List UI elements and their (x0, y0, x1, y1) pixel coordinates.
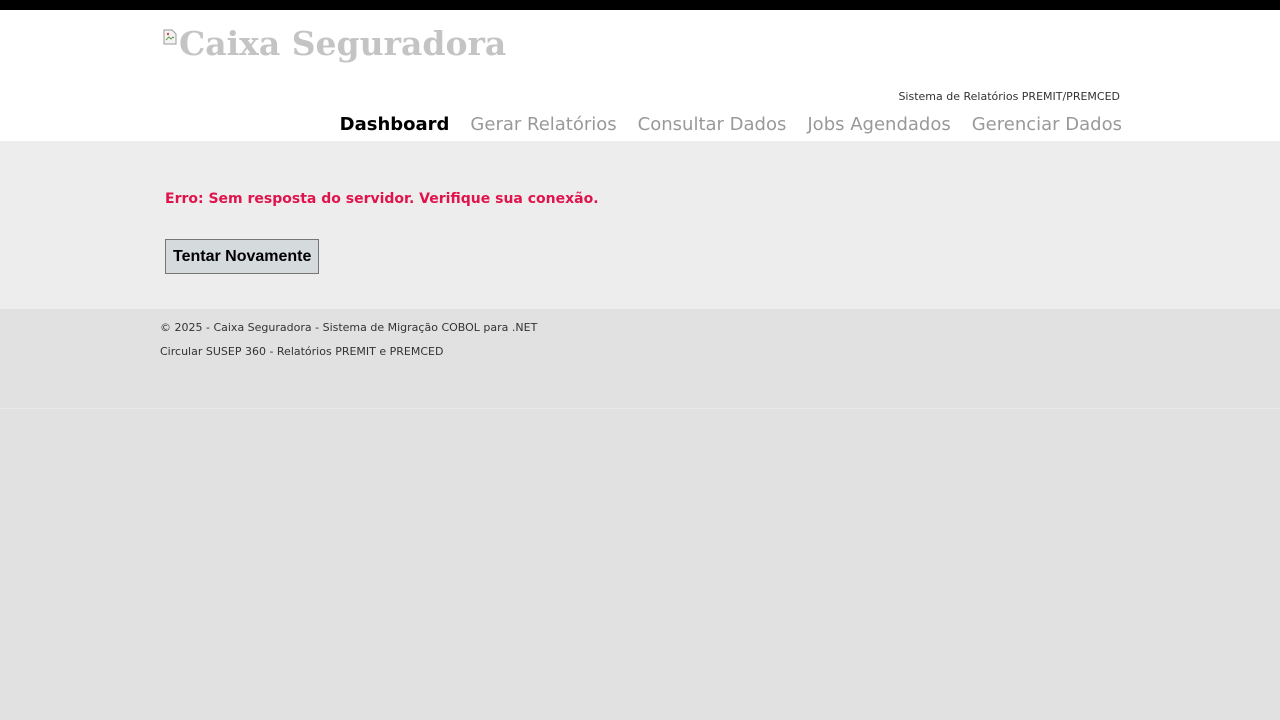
nav-item-consultar-dados[interactable]: Consultar Dados (638, 114, 787, 135)
company-logo[interactable]: Caixa Seguradora (163, 24, 506, 63)
broken-image-icon (163, 29, 177, 45)
header: Caixa Seguradora Sistema de Relatórios P… (0, 10, 1280, 141)
main-content: Erro: Sem resposta do servidor. Verifiqu… (0, 141, 1280, 309)
footer: © 2025 - Caixa Seguradora - Sistema de M… (0, 309, 1280, 409)
logo-alt-text: Caixa Seguradora (179, 24, 507, 63)
top-strip (0, 0, 1280, 10)
error-message: Erro: Sem resposta do servidor. Verifiqu… (165, 191, 599, 207)
retry-button[interactable]: Tentar Novamente (165, 239, 320, 274)
nav-item-gerar-relatorios[interactable]: Gerar Relatórios (470, 114, 616, 135)
nav-item-jobs-agendados[interactable]: Jobs Agendados (807, 114, 950, 135)
nav-item-gerenciar-dados[interactable]: Gerenciar Dados (972, 114, 1122, 135)
nav-item-dashboard[interactable]: Dashboard (340, 114, 450, 135)
footer-copyright: © 2025 - Caixa Seguradora - Sistema de M… (160, 321, 538, 334)
footer-circular: Circular SUSEP 360 - Relatórios PREMIT e… (160, 345, 444, 358)
main-nav: Dashboard Gerar Relatórios Consultar Dad… (340, 114, 1122, 135)
system-name: Sistema de Relatórios PREMIT/PREMCED (898, 90, 1120, 103)
